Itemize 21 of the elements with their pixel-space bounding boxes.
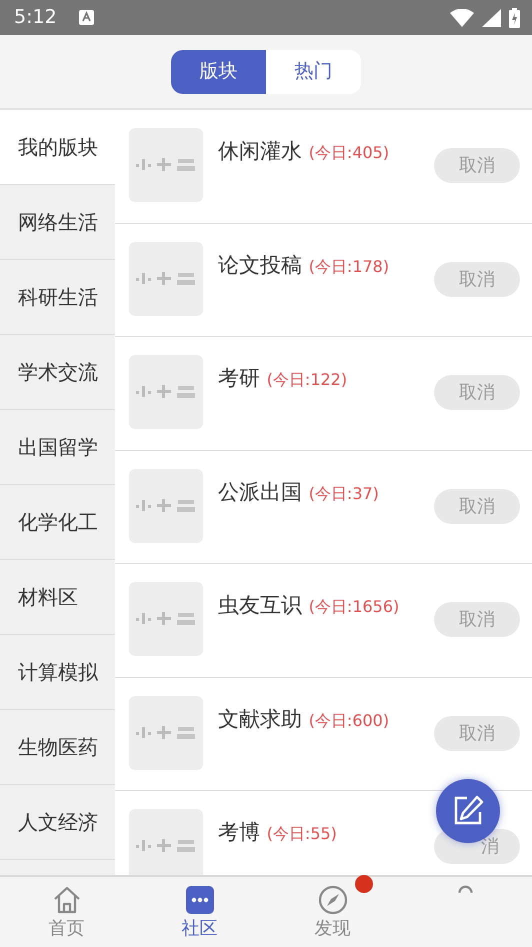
forum-name: 休闲灌水 (今日:405) <box>218 138 390 165</box>
forum-name: 考博 (今日:55) <box>218 819 337 846</box>
battery-icon <box>509 8 520 28</box>
status-time: 5:12 <box>14 5 57 30</box>
compass-icon <box>318 885 348 915</box>
forum-name: 虫友互识 (今日:1656) <box>218 592 400 619</box>
nav-tab[interactable]: 发现 <box>266 877 399 947</box>
category-item[interactable]: 我的版块 <box>0 110 115 185</box>
wifi-icon <box>450 8 474 26</box>
segment-tab[interactable]: 版块 <box>171 50 266 94</box>
forum-name: 文献求助 (今日:600) <box>218 706 390 732</box>
forum-name: 公派出国 (今日:37) <box>218 478 379 506</box>
forum-name: 考研 (今日:122) <box>218 365 348 392</box>
signal-icon <box>482 8 501 26</box>
keyboard-icon <box>78 10 94 25</box>
notification-dot <box>355 875 373 893</box>
nav-tab[interactable]: 首页 <box>0 877 133 947</box>
chat-bubble-icon <box>184 885 214 915</box>
forum-name: 论文投稿 (今日:178) <box>218 252 390 278</box>
nav-tab[interactable]: 社区 <box>133 877 266 947</box>
home-icon <box>52 885 82 915</box>
